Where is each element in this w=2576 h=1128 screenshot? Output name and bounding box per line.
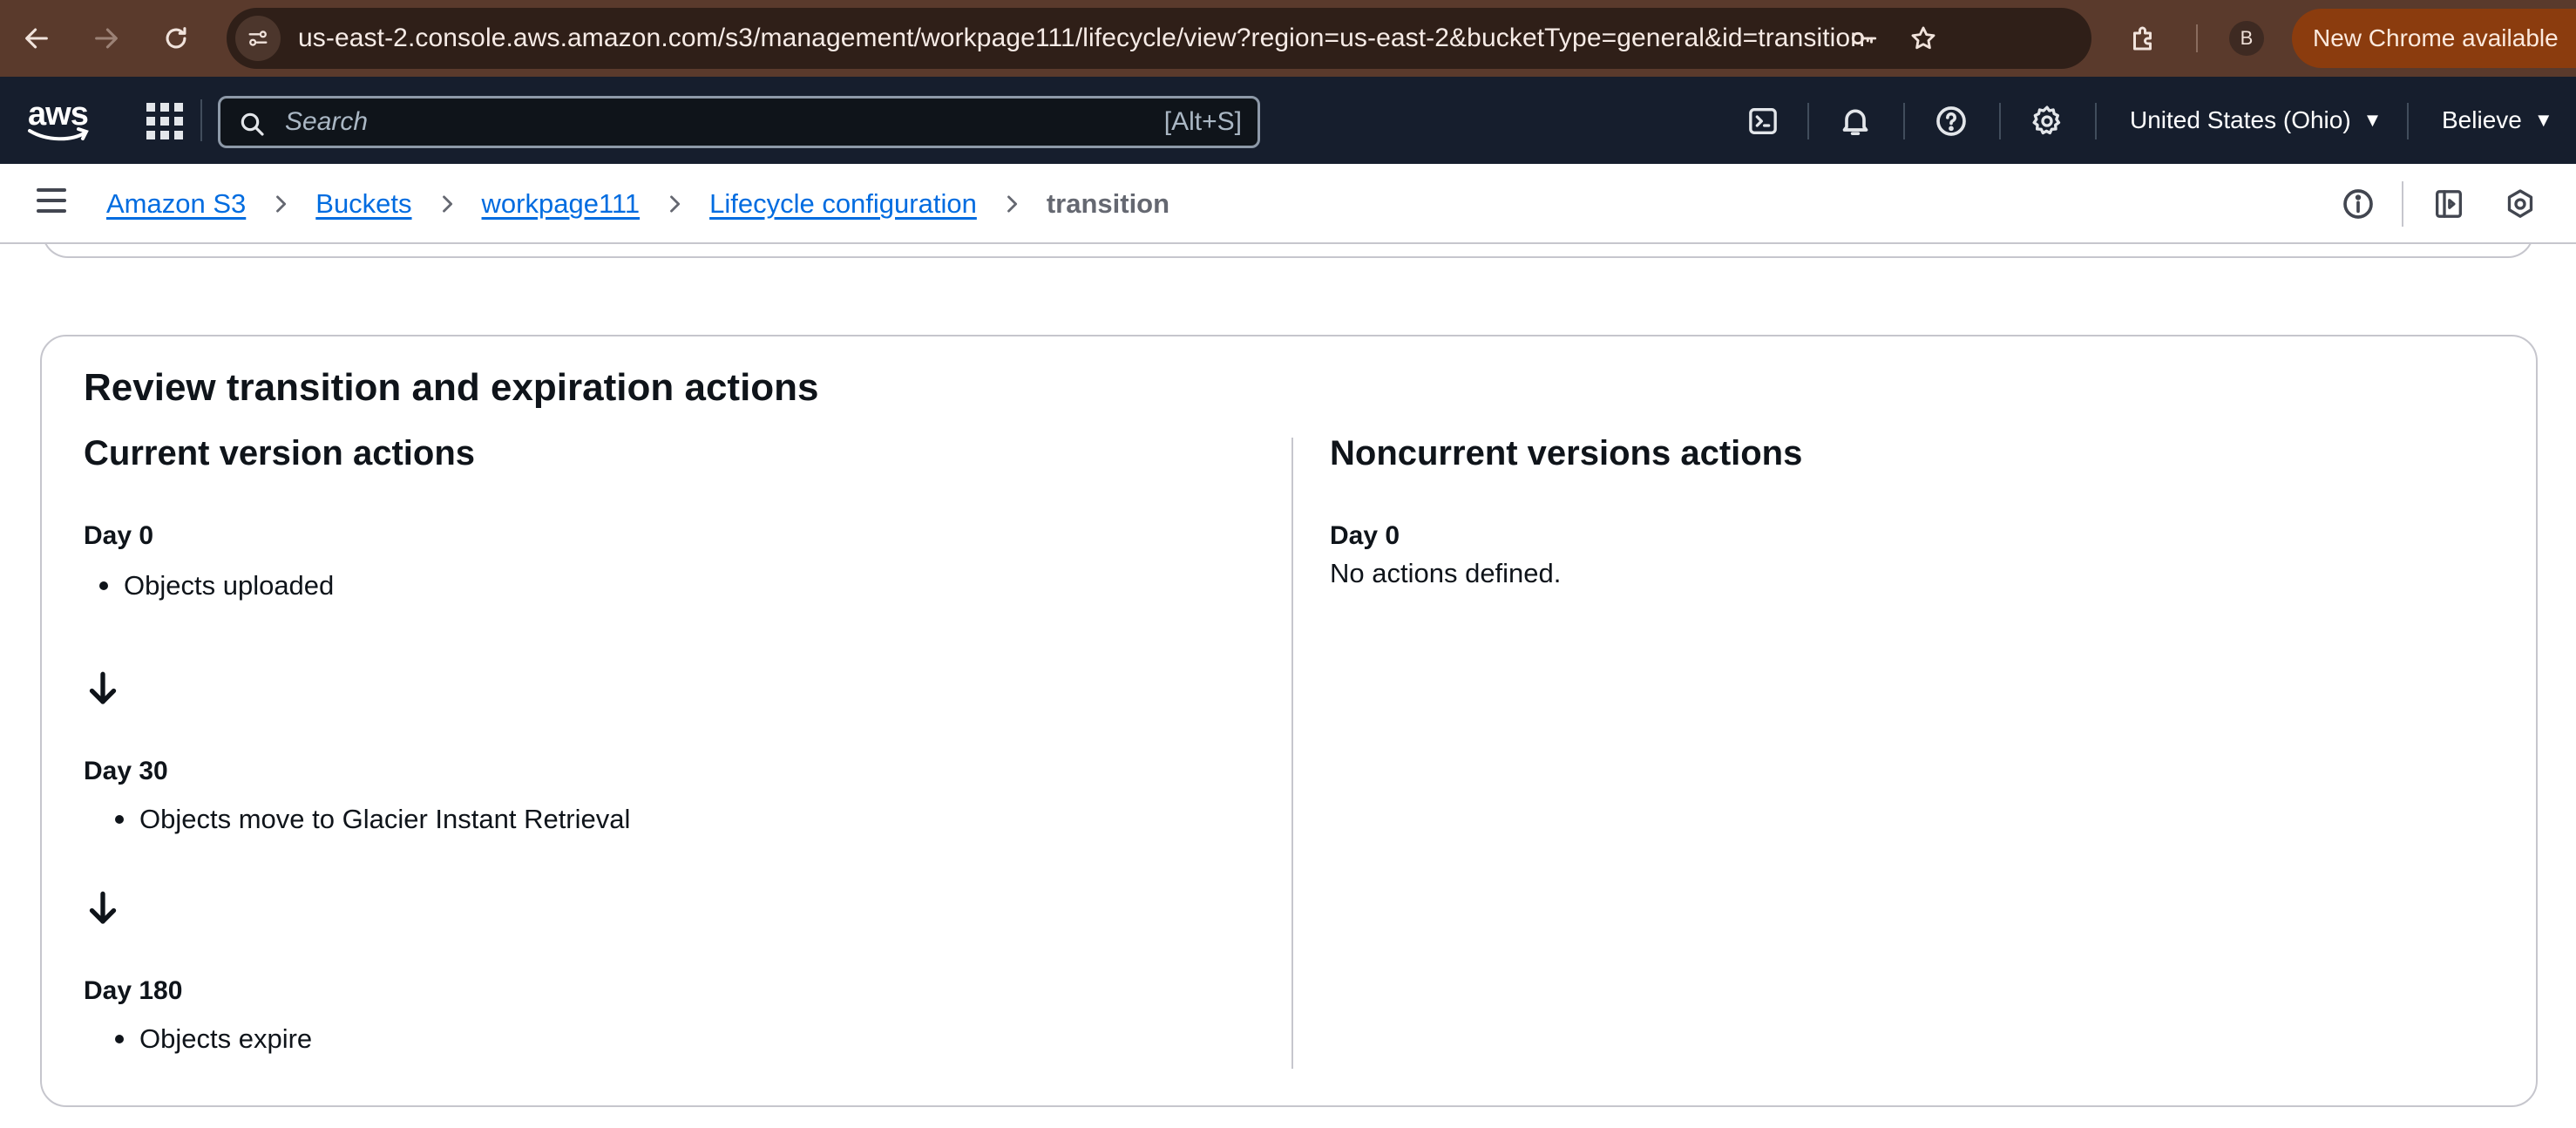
header-divider <box>1903 103 1905 139</box>
header-divider <box>2407 103 2409 139</box>
breadcrumb-current: transition <box>1046 188 1170 219</box>
notifications-bell-icon[interactable] <box>1837 103 1874 139</box>
account-menu[interactable]: Believe ▼ <box>2442 77 2553 164</box>
region-selector[interactable]: United States (Ohio) ▼ <box>2130 77 2382 164</box>
chrome-update-button[interactable]: New Chrome available <box>2292 9 2576 68</box>
breadcrumb-bar: Amazon S3 Buckets workpage111 Lifecycle … <box>0 164 2576 244</box>
back-icon[interactable] <box>10 12 63 65</box>
breadcrumb-lifecycle-configuration[interactable]: Lifecycle configuration <box>709 188 977 220</box>
arrow-down-icon <box>85 889 120 928</box>
search-input[interactable] <box>285 104 982 140</box>
settings-gear-icon[interactable] <box>2029 103 2065 139</box>
noncurrent-versions-title: Noncurrent versions actions <box>1330 434 1803 472</box>
noncurrent-empty-message: No actions defined. <box>1330 558 1562 588</box>
info-icon[interactable] <box>2339 185 2377 223</box>
chevron-right-icon <box>1000 192 1024 216</box>
current-day-0-label: Day 0 <box>84 521 154 550</box>
review-actions-container: Review transition and expiration actions… <box>40 335 2538 1107</box>
toolbar-divider <box>2402 181 2403 227</box>
extensions-icon[interactable] <box>2121 16 2166 61</box>
caret-down-icon: ▼ <box>2533 109 2553 131</box>
aws-logo[interactable]: aws <box>26 96 92 145</box>
breadcrumb-buckets[interactable]: Buckets <box>315 188 411 220</box>
header-divider <box>1999 103 2001 139</box>
toolbar-divider <box>2196 24 2198 52</box>
side-panel-icon[interactable] <box>2430 185 2468 223</box>
review-title: Review transition and expiration actions <box>84 366 819 409</box>
current-day-30-label: Day 30 <box>84 757 168 785</box>
current-day-30-action: Objects move to Glacier Instant Retrieva… <box>115 804 630 835</box>
cloudshell-icon[interactable] <box>1745 103 1781 139</box>
current-day-180-action: Objects expire <box>115 1023 312 1055</box>
header-divider <box>1807 103 1809 139</box>
hamburger-menu-icon[interactable] <box>37 188 68 220</box>
password-key-icon[interactable] <box>1846 20 1882 57</box>
cloudformation-hexagon-icon[interactable] <box>2501 185 2539 223</box>
search-shortcut-hint: [Alt+S] <box>1163 107 1242 136</box>
noncurrent-day-0-label: Day 0 <box>1330 521 1400 550</box>
current-day-180-label: Day 180 <box>84 976 183 1005</box>
breadcrumb: Amazon S3 Buckets workpage111 Lifecycle … <box>106 164 1169 244</box>
previous-container-edge <box>42 244 2534 258</box>
browser-toolbar: us-east-2.console.aws.amazon.com/s3/mana… <box>0 0 2576 77</box>
search-icon <box>241 112 264 136</box>
bookmark-star-icon[interactable] <box>1905 20 1942 57</box>
chevron-right-icon <box>435 192 459 216</box>
apps-grid-icon[interactable] <box>146 103 183 139</box>
breadcrumb-amazon-s3[interactable]: Amazon S3 <box>106 188 246 220</box>
header-divider <box>200 99 202 141</box>
chevron-right-icon <box>662 192 687 216</box>
current-version-title: Current version actions <box>84 434 476 472</box>
forward-icon[interactable] <box>80 12 132 65</box>
aws-console-header: aws [Alt+S] United States (Ohio) ▼ Believ… <box>0 77 2576 164</box>
arrow-down-icon <box>85 669 120 708</box>
breadcrumb-bucket[interactable]: workpage111 <box>482 188 641 220</box>
search-box[interactable]: [Alt+S] <box>218 96 1260 148</box>
help-icon[interactable] <box>1933 103 1969 139</box>
site-info-icon[interactable] <box>235 16 281 61</box>
region-label: United States (Ohio) <box>2130 106 2351 133</box>
account-name: Believe <box>2442 106 2522 133</box>
chevron-right-icon <box>268 192 293 216</box>
column-divider <box>1291 438 1293 1069</box>
main-content: Review transition and expiration actions… <box>0 244 2576 1128</box>
caret-down-icon: ▼ <box>2362 109 2383 131</box>
current-day-0-action: Objects uploaded <box>99 570 334 601</box>
header-divider <box>2095 103 2097 139</box>
reload-icon[interactable] <box>150 12 202 65</box>
profile-avatar[interactable]: B <box>2229 21 2264 56</box>
address-bar[interactable]: us-east-2.console.aws.amazon.com/s3/mana… <box>227 8 2091 69</box>
url-text[interactable]: us-east-2.console.aws.amazon.com/s3/mana… <box>298 8 1865 69</box>
